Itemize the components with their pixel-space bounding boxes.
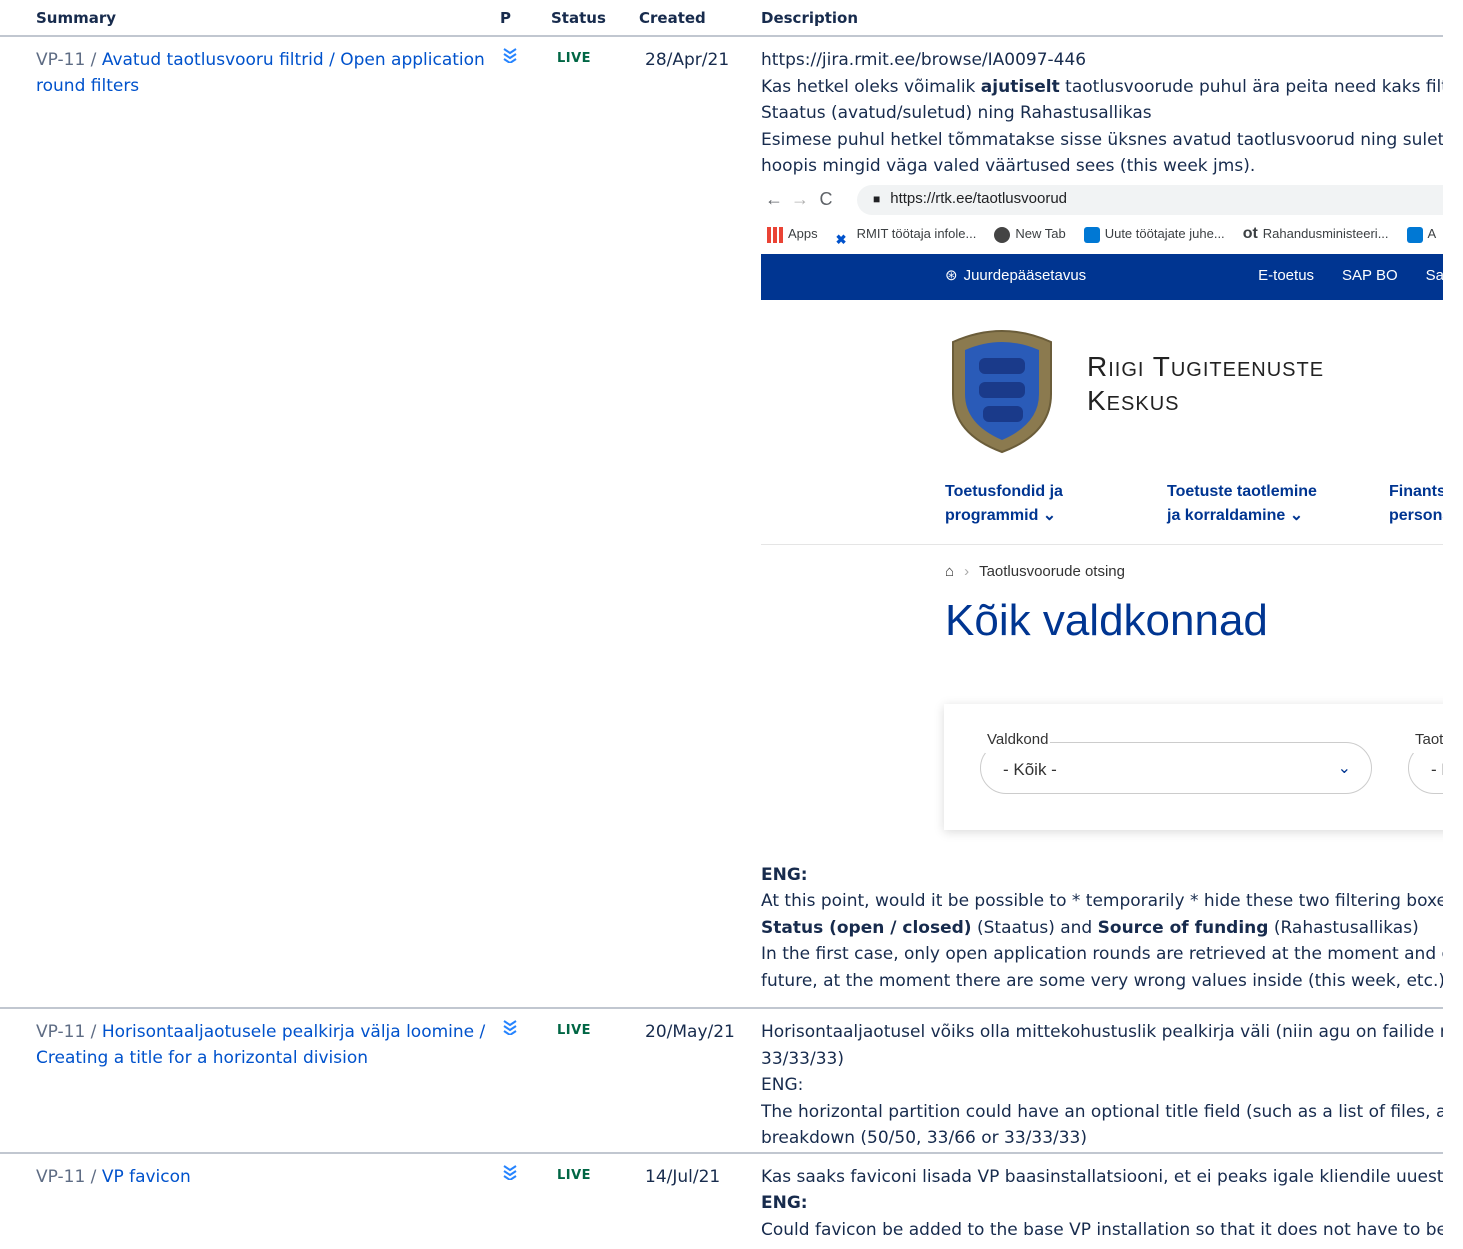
eng-label: ENG: (761, 1193, 808, 1213)
created-date: 28/Apr/21 (645, 50, 730, 70)
menu-item: Finantsarvespersonalitee (1389, 482, 1443, 524)
org-name: Riigi Tugiteenuste Keskus (1087, 350, 1325, 416)
filter-panel: Valdkond - Kõik - ⌄ Taotleja vo - Kõik - (944, 703, 1443, 830)
site-main-menu: Toetusfondid ja programmid ⌄ Toetuste tao… (761, 480, 1443, 545)
globe-icon (994, 226, 1011, 243)
description: https://jira.rmit.ee/browse/IA0097-446 K… (761, 37, 1443, 994)
priority-lowest-icon (496, 37, 546, 68)
topbar-link-sapbo: SAP BO (1342, 267, 1398, 285)
description: Kas saaks faviconi lisada VP baasinstall… (761, 1154, 1443, 1244)
issue-summary-link[interactable]: Horisontaaljaotusele pealkirja välja loo… (36, 1022, 485, 1068)
description-line: 33/33/33) (761, 1048, 844, 1069)
description-line: Kas hetkel oleks võimalik ajutiselt taot… (761, 76, 1443, 97)
table-row: VP-11 / VP favicon LIVE 14/Jul/21 Kas sa… (0, 1153, 1443, 1249)
chevron-right-icon: › (964, 563, 970, 581)
sharepoint-icon (1406, 226, 1423, 243)
eng-label: ENG: (761, 864, 808, 885)
table-row: VP-11 / Horisontaaljaotusele pealkirja v… (0, 1008, 1443, 1154)
description-line: Horisontaaljaotusel võiks olla mittekohu… (761, 1022, 1443, 1042)
coat-of-arms-icon (952, 329, 1052, 453)
topbar-link-etoetus: E-toetus (1258, 267, 1315, 285)
bookmark-rmit: ✖ RMIT töötaja infole... (835, 226, 977, 247)
col-status[interactable]: Status (546, 0, 633, 37)
created-date: 14/Jul/21 (645, 1166, 721, 1187)
description-line: future, at the moment there are some ver… (761, 970, 1443, 991)
description-line: At this point, would it be possible to *… (761, 891, 1443, 911)
applicant-select: Taotleja vo - Kõik - (1408, 726, 1443, 794)
priority-lowest-icon (496, 1154, 546, 1185)
browser-address-bar: ← → C ■ https://rtk.ee/taotlusvoorud (761, 184, 1443, 216)
issue-key[interactable]: VP-11 / (36, 1167, 96, 1187)
field-select: Valdkond - Kõik - ⌄ (980, 726, 1372, 794)
col-description[interactable]: Description (761, 0, 1443, 37)
description-line: https://jira.rmit.ee/browse/IA0097-446 (761, 50, 1087, 70)
site-topbar: ⊛Juurdepääsetavus E-toetus SAP BO Saldoa… (761, 253, 1443, 300)
menu-item: Toetusfondid ja programmid ⌄ (945, 482, 1063, 524)
topbar-link-saldo: Saldoan (1425, 267, 1443, 285)
col-summary[interactable]: Summary (0, 0, 496, 37)
confluence-icon: ✖ (835, 231, 847, 247)
status-badge: LIVE (557, 51, 592, 66)
ot-icon: ot (1242, 225, 1258, 243)
site-header: Riigi Tugiteenuste Keskus (761, 300, 1443, 480)
issue-summary-link[interactable]: Avatud taotlusvooru filtrid / Open appli… (36, 50, 485, 96)
issue-key[interactable]: VP-11 / (36, 1022, 96, 1042)
status-badge: LIVE (557, 1023, 592, 1038)
page-title: Kõik valdkonnad (945, 595, 1268, 645)
breadcrumb: ⌂ › Taotlusvoorude otsing (761, 545, 1443, 601)
accessibility-link: ⊛ Juurdepääsetavus (945, 267, 1087, 285)
description-line: Status (open / closed) (Staatus) and Sou… (761, 917, 1419, 938)
priority-lowest-icon (496, 1009, 546, 1040)
issue-summary-link[interactable]: VP favicon (102, 1167, 191, 1187)
issue-key[interactable]: VP-11 / (36, 50, 96, 70)
accessibility-icon: ⊛ (945, 267, 958, 285)
description-line: In the first case, only open application… (761, 944, 1443, 964)
issues-table: Summary P Status Created Description VP-… (0, 0, 1443, 1249)
description-line: breakdown (50/50, 33/66 or 33/33/33) (761, 1128, 1088, 1148)
header-row: Summary P Status Created Description (0, 0, 1443, 37)
col-priority[interactable]: P (496, 0, 546, 37)
description-line: Staatus (avatud/suletud) ning Rahastusal… (761, 103, 1152, 123)
embedded-screenshot[interactable]: ← → C ■ https://rtk.ee/taotlusvoorud App… (761, 183, 1443, 844)
description-line: Kas saaks faviconi lisada VP baasinstall… (761, 1166, 1443, 1187)
description-line: hoopis mingid väga valed väärtused sees … (761, 156, 1256, 176)
menu-item: Toetuste taotlemine ja korraldamine ⌄ (1167, 482, 1317, 524)
created-date: 20/May/21 (645, 1022, 735, 1042)
description-line: Esimese puhul hetkel tõmmatakse sisse ük… (761, 129, 1443, 150)
description-line: The horizontal partition could have an o… (761, 1101, 1443, 1122)
bookmark-newtab: New Tab (994, 221, 1066, 248)
lock-icon: ■ (873, 192, 881, 207)
apps-grid-icon (767, 226, 783, 243)
home-icon: ⌂ (945, 563, 955, 581)
reload-icon: C (819, 189, 833, 210)
bookmarks-bar: Apps ✖ RMIT töötaja infole... New Tab Uut… (761, 216, 1443, 254)
description-line: ENG: (761, 1075, 804, 1095)
col-created[interactable]: Created (633, 0, 761, 37)
chevron-down-icon: ⌄ (1337, 759, 1351, 777)
sharepoint-icon (1083, 226, 1100, 243)
bookmark-apps: Apps (767, 221, 818, 248)
bookmark-rahandus: ot Rahandusministeeri... (1242, 225, 1389, 243)
back-arrow-icon: ← (765, 189, 783, 210)
table-row: VP-11 / Avatud taotlusvooru filtrid / Op… (0, 36, 1443, 1009)
description: Horisontaaljaotusel võiks olla mittekohu… (761, 1009, 1443, 1152)
description-line: Could favicon be added to the base VP in… (761, 1219, 1443, 1240)
bookmark-a: A (1406, 221, 1436, 248)
forward-arrow-icon: → (791, 189, 809, 210)
bookmark-uute: Uute töötajate juhe... (1083, 221, 1225, 248)
status-badge: LIVE (557, 1167, 592, 1183)
url-field: ■ https://rtk.ee/taotlusvoorud (857, 184, 1443, 215)
